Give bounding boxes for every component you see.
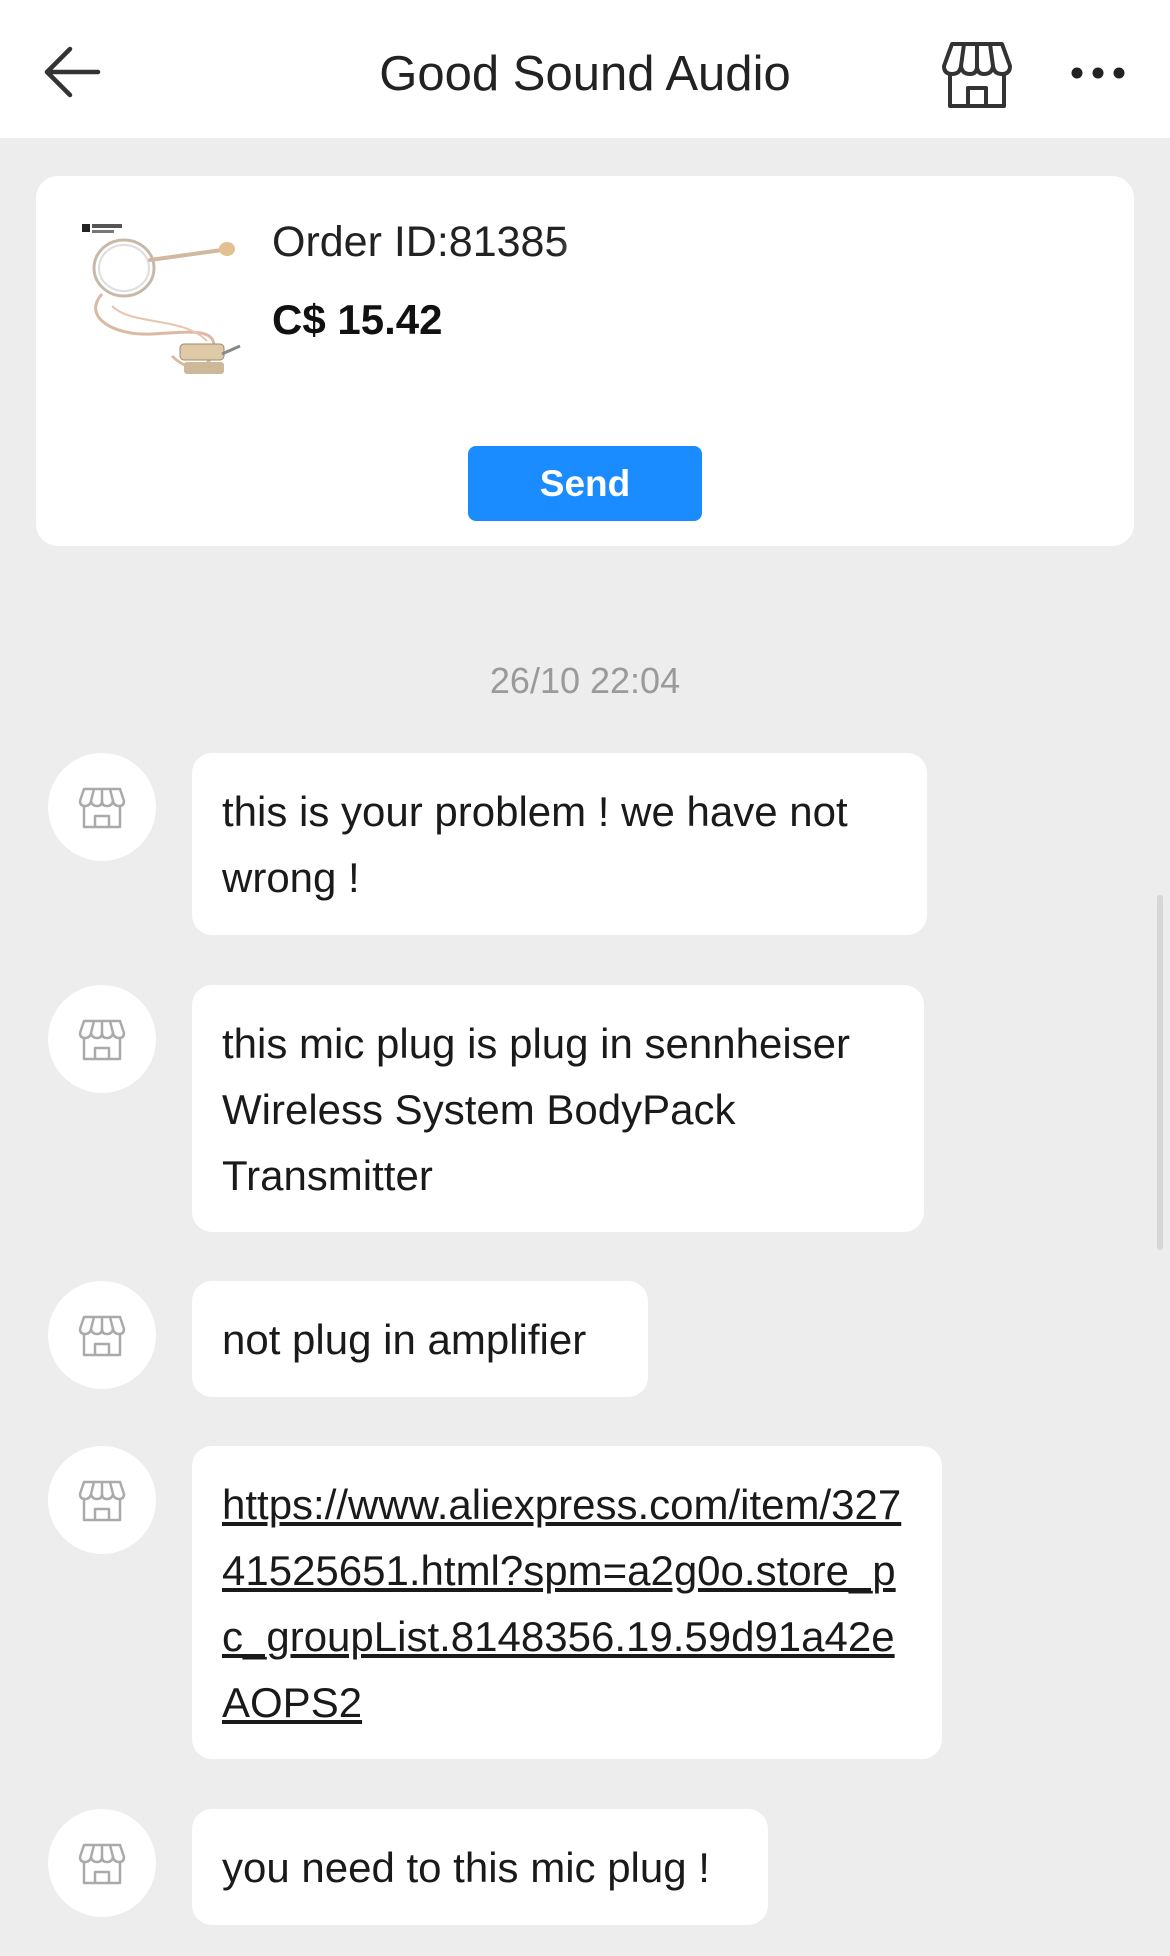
order-card: Order ID:81385 C$ 15.42 Send bbox=[36, 176, 1134, 546]
store-avatar[interactable] bbox=[48, 1446, 156, 1554]
message-bubble: this is your problem ! we have not wrong… bbox=[192, 753, 927, 935]
order-section: Order ID:81385 C$ 15.42 Send bbox=[0, 138, 1170, 583]
message-bubble: this mic plug is plug in sennheiser Wire… bbox=[192, 985, 924, 1232]
top-bar: Good Sound Audio bbox=[0, 0, 1170, 138]
product-link[interactable]: https://www.aliexpress.com/item/32741525… bbox=[222, 1481, 901, 1726]
chat-timestamp: 26/10 22:04 bbox=[489, 660, 681, 701]
more-options-button[interactable] bbox=[1068, 48, 1128, 98]
arrow-left-icon bbox=[44, 46, 101, 98]
scrollbar[interactable] bbox=[1157, 895, 1163, 1250]
store-avatar[interactable] bbox=[48, 1809, 156, 1917]
store-icon bbox=[78, 1480, 126, 1522]
message-bubble: https://www.aliexpress.com/item/32741525… bbox=[192, 1446, 942, 1759]
store-icon bbox=[942, 42, 1012, 108]
store-avatar[interactable] bbox=[48, 753, 156, 861]
redaction-blur bbox=[584, 218, 896, 282]
message-bubble: not plug in amplifier bbox=[192, 1281, 648, 1397]
order-id: Order ID:81385 bbox=[272, 218, 569, 266]
send-button[interactable]: Send bbox=[468, 446, 702, 521]
store-avatar[interactable] bbox=[48, 1281, 156, 1389]
store-avatar[interactable] bbox=[48, 985, 156, 1093]
store-icon bbox=[78, 1843, 126, 1885]
product-image bbox=[72, 216, 248, 386]
store-icon bbox=[78, 1019, 126, 1061]
store-button[interactable] bbox=[940, 40, 1014, 110]
order-price: C$ 15.42 bbox=[272, 296, 443, 343]
back-button[interactable] bbox=[40, 40, 104, 104]
store-icon bbox=[78, 1315, 126, 1357]
message-bubble: you need to this mic plug ! bbox=[192, 1809, 768, 1925]
store-icon bbox=[78, 787, 126, 829]
more-dots-icon bbox=[1071, 67, 1125, 79]
